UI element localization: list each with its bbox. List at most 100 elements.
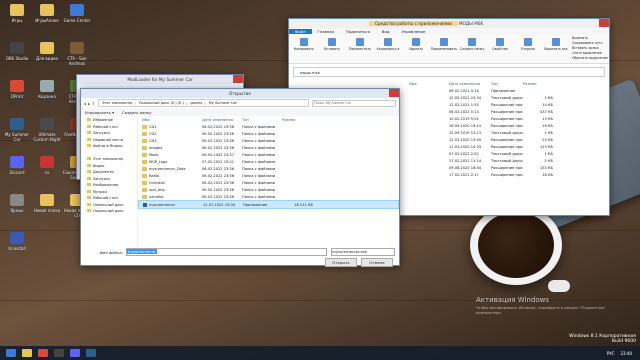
column-header[interactable]: Размер [523,82,553,86]
file-date: 16.09.2020 19:14 [449,123,482,128]
ribbon-button[interactable]: Создать папку [458,36,486,62]
list-item[interactable]: upd_tmp 06.02.2022 23:56 Папка с файлами [138,186,399,193]
ribbon-button[interactable]: Копировать в [374,36,402,62]
column-header[interactable]: Дата изменения [202,118,242,122]
game-taskbar-icon[interactable] [86,349,96,357]
table-row[interactable]: 12.03.2020 14:33 Расширение прил... 113 КБ [409,143,609,150]
close-icon[interactable] [389,89,399,97]
browser-taskbar-icon[interactable] [38,349,48,357]
column-header[interactable]: Размер [282,118,312,122]
table-row[interactable]: 12.02.2021 1:55 Расширение прил... 14 КБ [409,101,609,108]
ribbon-tab[interactable]: Поделиться [340,29,376,34]
up-icon[interactable]: ↑ [92,101,96,106]
desktop-icon[interactable]: DPrint [2,80,32,108]
open-dialog[interactable]: Открытие ◂ ▸ ↑ Этот компьютер › Локальный … [80,88,400,267]
list-item[interactable]: CD3 06.02.2022 23:56 Папка с файлами [138,137,399,144]
ribbon-button[interactable]: Вставить [318,36,346,62]
ribbon-button[interactable]: Выделить все [542,36,570,62]
new-folder-button[interactable]: Создать папку [122,110,151,115]
list-item[interactable]: Images 06.02.2022 23:56 Папка с файлами [138,144,399,151]
address-path[interactable]: моды msk [300,70,320,75]
list-item[interactable]: CD1 06.02.2022 23:56 Папка с файлами [138,123,399,130]
table-row[interactable]: 10.02.2019 5:01 Расширение прил... 13 КБ [409,115,609,122]
folder-icon [142,145,147,150]
desktop-icon[interactable]: Корзина [32,80,62,108]
breadcrumb-item[interactable]: Локальный диск (E:) (E:) [139,101,184,105]
desktop-icon[interactable]: Ultimate Custom Night [32,118,62,146]
table-row[interactable]: 12.03.2020 13:49 Расширение прил... 23 КБ [409,136,609,143]
desktop-icon[interactable]: Uninstall [2,232,32,260]
ribbon-button[interactable]: Переименовать [430,36,458,62]
ribbon-tab[interactable]: Вид [376,29,396,34]
ribbon-tab[interactable]: Управление [395,29,431,34]
ribbon-button[interactable]: Переместить [346,36,374,62]
table-row[interactable]: 06.02.2022 0:13 Расширение прил... 437 КБ [409,108,609,115]
ribbon-small-item[interactable]: Обратить выделение [572,56,608,61]
breadcrumb-item[interactable]: Этот компьютер [102,101,132,105]
desktop-icon[interactable]: ru [32,156,62,184]
search-input[interactable] [312,99,396,107]
ribbon-icon [328,38,336,46]
language-indicator[interactable]: РУС [607,351,615,356]
table-row[interactable]: 16.09.2020 19:14 Расширение прил... 16 КБ [409,122,609,129]
desktop-icon[interactable]: CTA - San Andreas [62,42,92,70]
list-item[interactable]: Mods 06.02.2022 23:57 Папка с файлами [138,151,399,158]
table-row[interactable]: 08.02.2021 5:14 Приложение [409,87,609,94]
list-item[interactable]: mysummercar_Data 06.02.2022 23:56 Папка с … [138,165,399,172]
start-icon[interactable] [6,349,16,357]
open-button[interactable]: Открыть [325,258,357,267]
list-item[interactable]: mysummercar 11.07.2022 15:04 Приложение 16 … [138,200,399,209]
filename-input[interactable]: mysummercar [127,249,157,254]
ribbon-button[interactable]: Копировать [290,36,318,62]
file-name-text: upd_tmp [149,187,165,192]
ribbon-button[interactable]: Открыть [514,36,542,62]
desktop-icon[interactable]: Новая папка [32,194,62,222]
desktop-icon[interactable]: Для видео [32,42,62,70]
column-header[interactable]: Дата изменения [449,82,491,86]
desktop-icon[interactable]: Ярлык [2,194,32,222]
activation-text: Чтобы активировать Windows, перейдите в … [476,305,606,315]
ribbon-tab[interactable]: Главная [312,29,340,34]
close-icon[interactable] [233,75,243,83]
desktop-icon[interactable]: OBS Studio [2,42,32,70]
sidebar-item[interactable]: Локальный диск [81,209,137,216]
table-row[interactable]: 09.08.2020 16:44 Расширение прил... 153 КБ [409,164,609,171]
table-row[interactable]: 17.02.2021 11:14 Текстовый докум... 5 КБ [409,157,609,164]
organize-menu[interactable]: Упорядочить ▾ [85,110,114,115]
breadcrumb-item[interactable]: games [190,101,202,105]
column-header[interactable]: Тип [242,118,282,122]
column-header[interactable]: Тип [491,82,523,86]
ribbon-tab[interactable]: Файл [289,29,312,34]
discord-taskbar-icon[interactable] [70,349,80,357]
breadcrumb-item[interactable]: My Summer Car [209,101,237,105]
obs-taskbar-icon[interactable] [54,349,64,357]
table-row[interactable]: 07.02.2022 2:52 Текстовый докум... 1 КБ [409,150,609,157]
table-row[interactable]: 12.09.2019 15:13 Текстовый докум... 1 КБ [409,129,609,136]
filetype-select[interactable]: mysummercar.exe [331,248,395,256]
close-icon[interactable] [599,19,609,27]
sidebar-item-label: Изображения [93,183,119,187]
desktop-icon[interactable]: My Summer Car [2,118,32,146]
cancel-button[interactable]: Отмена [361,258,393,267]
desktop-icon[interactable]: Игры [2,4,32,32]
ribbon-button[interactable]: Удалить [402,36,430,62]
table-row[interactable]: 15.05.2021 23:34 Текстовый докум... 1 КБ [409,94,609,101]
breadcrumb[interactable]: Этот компьютер › Локальный диск (E:) (E:) ›… [98,99,309,107]
explorer-taskbar-icon[interactable] [22,349,32,357]
list-item[interactable]: MOP_Logs 07.02.2022 15:21 Папка с файлами [138,158,399,165]
maximize-icon[interactable] [589,19,599,27]
minimize-icon[interactable] [579,19,589,27]
ribbon-button[interactable]: Свойства [486,36,514,62]
clock[interactable]: 23:40 [620,351,632,356]
desktop-icon[interactable]: Game Center [62,4,92,32]
desktop-icon[interactable]: ИгрыАпаке [32,4,62,32]
list-item[interactable]: xxmdlxt 06.02.2022 23:56 Папка с файлами [138,193,399,200]
list-item[interactable]: Uninstall 06.02.2022 23:56 Папка с файлами [138,179,399,186]
table-row[interactable]: 17.02.2021 2:17 Расширение прил... 18 КБ [409,171,609,178]
list-item[interactable]: CD2 06.02.2022 23:56 Папка с файлами [138,130,399,137]
desktop-icon[interactable]: Discord [2,156,32,184]
list-item[interactable]: Radio 06.02.2022 23:56 Папка с файлами [138,172,399,179]
modloader-titlebar[interactable]: ModLoader for My Summer Car [77,75,243,84]
column-header[interactable]: Имя [409,82,449,86]
column-header[interactable]: Имя [138,118,202,122]
